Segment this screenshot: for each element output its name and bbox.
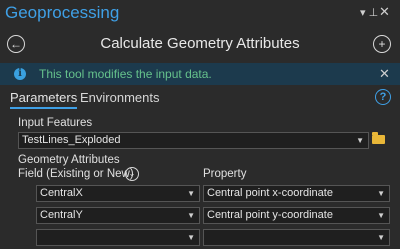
tab-bar: Parameters Environments ? [0,88,400,110]
property-dropdown-3[interactable]: ▼ [203,229,390,246]
property-value-2: Central point y-coordinate [207,209,333,221]
chevron-down-icon: ▼ [187,211,195,220]
info-banner: i This tool modifies the input data. ✕ [0,63,400,85]
property-dropdown-2[interactable]: Central point y-coordinate ▼ [203,207,390,224]
banner-message: This tool modifies the input data. [39,67,212,81]
pane-title-bar: Geoprocessing ▾ ⊥ ✕ [0,0,400,28]
field-value-1: CentralX [40,187,83,199]
field-dropdown-3[interactable]: ▼ [36,229,200,246]
info-icon: i [14,68,26,80]
field-dropdown-1[interactable]: CentralX ▼ [36,185,200,202]
pin-icon[interactable]: ▾ ⊥ [360,6,378,20]
input-features-label: Input Features [18,117,93,129]
tool-header: ← Calculate Geometry Attributes + [0,28,400,62]
property-column-label: Property [203,168,247,180]
chevron-down-icon: ▼ [377,233,385,242]
chevron-down-icon: ▼ [187,189,195,198]
folder-icon[interactable] [372,132,385,144]
property-value-1: Central point x-coordinate [207,187,333,199]
input-features-value: TestLines_Exploded [22,134,121,146]
chevron-down-icon: ▼ [377,211,385,220]
geoprocessing-pane: Geoprocessing ▾ ⊥ ✕ ← Calculate Geometry… [0,0,400,249]
tab-parameters[interactable]: Parameters [10,90,78,109]
tool-title: Calculate Geometry Attributes [100,35,300,52]
add-icon: + [378,37,386,51]
chevron-down-icon: ▼ [377,189,385,198]
input-features-dropdown[interactable]: TestLines_Exploded ▼ [18,132,369,149]
add-button[interactable]: + [373,35,391,53]
geometry-attributes-label: Geometry Attributes [18,154,120,166]
chevron-down-icon: ▼ [187,233,195,242]
field-dropdown-2[interactable]: CentralY ▼ [36,207,200,224]
help-icon[interactable]: ? [375,89,391,105]
field-column-label: Field (Existing or New) [18,168,134,180]
chevron-down-icon[interactable]: ⌄ [125,167,139,181]
field-value-2: CentralY [40,209,83,221]
pane-title: Geoprocessing [5,3,120,22]
tab-environments[interactable]: Environments [80,90,159,107]
banner-close-icon[interactable]: ✕ [379,66,390,82]
property-dropdown-1[interactable]: Central point x-coordinate ▼ [203,185,390,202]
chevron-down-icon: ▼ [356,136,364,145]
close-pane-icon[interactable]: ✕ [379,5,390,19]
